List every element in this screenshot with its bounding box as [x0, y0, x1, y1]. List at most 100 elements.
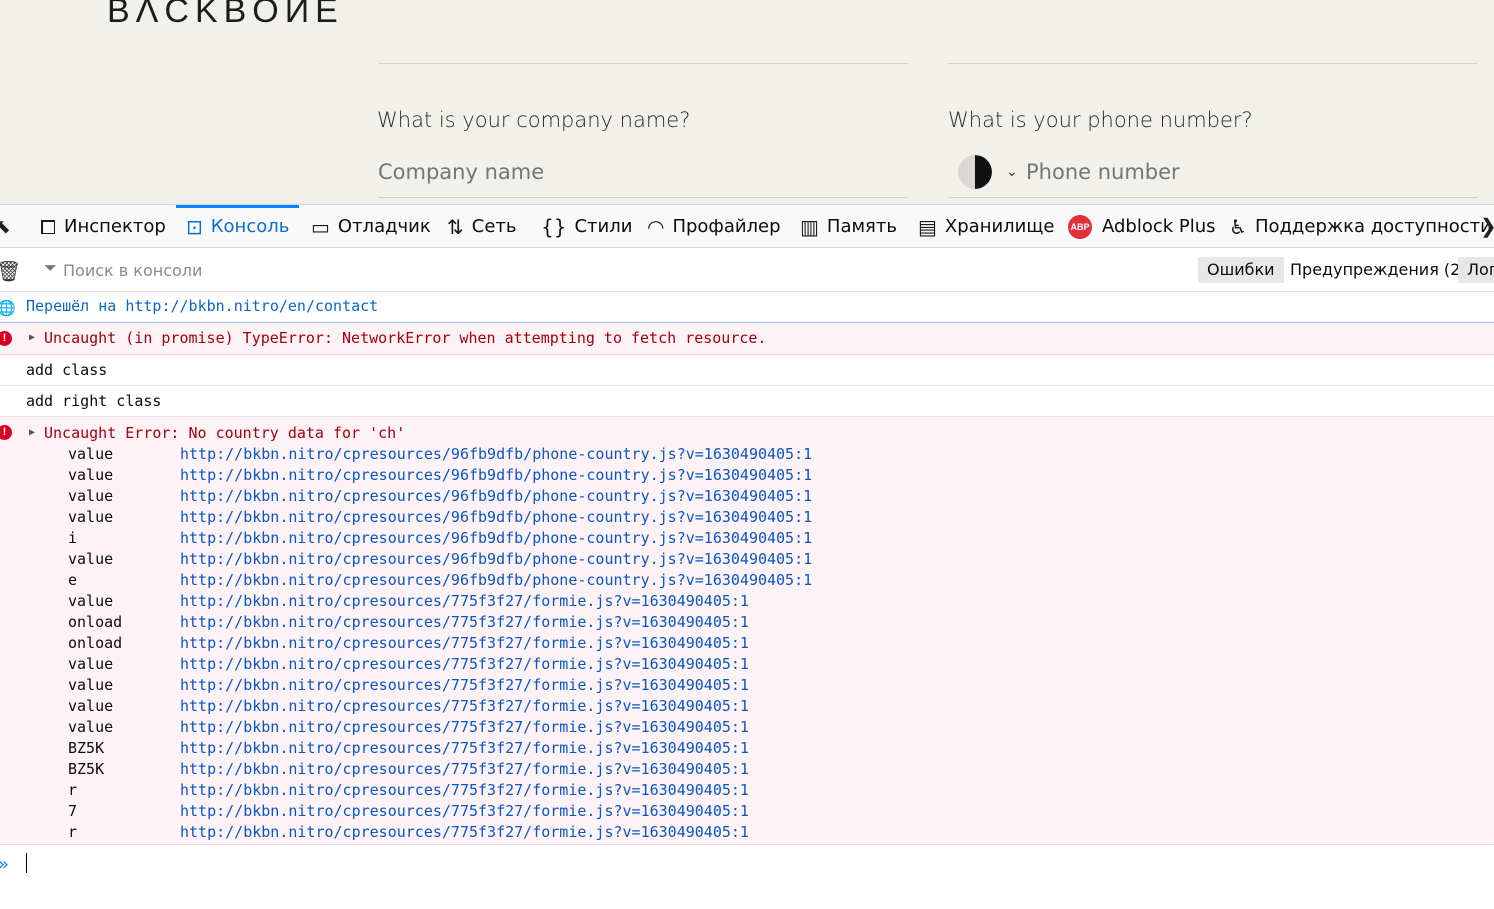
stack-frame-function: value — [68, 550, 114, 568]
stack-frame: r http://bkbn.nitro/cpresources/775f3f27/… — [0, 781, 1494, 802]
navigation-text[interactable]: Перешёл на http://bkbn.nitro/en/contact — [26, 297, 378, 315]
stack-frame: value http://bkbn.nitro/cpresources/775f3… — [0, 718, 1494, 739]
console-input-area[interactable]: » — [0, 845, 1494, 909]
company-question-label: What is your company name? — [377, 108, 691, 132]
tab-inspector[interactable]: ⧠ Инспектор — [40, 205, 166, 248]
storage-icon: ▤ — [918, 214, 937, 239]
phone-number-input[interactable] — [1026, 157, 1466, 187]
filter-warnings-button[interactable]: Предупреждения (2) — [1281, 257, 1476, 283]
log-text: add right class — [26, 392, 162, 410]
stack-frame: onload http://bkbn.nitro/cpresources/775f… — [0, 634, 1494, 655]
stack-frame-source-link[interactable]: http://bkbn.nitro/cpresources/96fb9dfb/p… — [180, 550, 812, 568]
globe-icon: 🌐 — [0, 299, 16, 317]
stack-frame-source-link[interactable]: http://bkbn.nitro/cpresources/96fb9dfb/p… — [180, 529, 812, 547]
error-icon: ! — [0, 425, 12, 440]
stack-frame-source-link[interactable]: http://bkbn.nitro/cpresources/775f3f27/f… — [180, 823, 749, 841]
filter-logs-button[interactable]: Лог — [1458, 257, 1494, 283]
tab-memory[interactable]: ▥ Память — [800, 205, 897, 248]
chevron-down-icon[interactable]: ⌄ — [1006, 163, 1018, 180]
console-icon: ⊡ — [186, 214, 203, 239]
error-text: Uncaught Error: No country data for 'ch' — [44, 424, 406, 442]
tab-accessibility[interactable]: ♿ Поддержка доступности — [1229, 205, 1492, 248]
tab-label: Поддержка доступности — [1254, 216, 1492, 237]
tab-adblock-plus[interactable]: ABP Adblock Plus — [1068, 205, 1216, 248]
error-icon: ! — [0, 331, 12, 346]
navigation-message: 🌐 Перешёл на http://bkbn.nitro/en/contac… — [0, 292, 1494, 323]
company-input-underline — [378, 197, 908, 198]
overflow-chevron-icon[interactable]: ❯ — [1480, 214, 1494, 239]
tab-label: Память — [826, 216, 897, 237]
stack-frame-function: value — [68, 676, 114, 694]
stack-frame-source-link[interactable]: http://bkbn.nitro/cpresources/96fb9dfb/p… — [180, 571, 812, 589]
stack-frame-source-link[interactable]: http://bkbn.nitro/cpresources/775f3f27/f… — [180, 592, 749, 610]
trash-icon[interactable]: 🗑 — [0, 259, 21, 284]
log-text: add class — [26, 361, 108, 379]
backbone-logo[interactable]: BΛCKBOИE — [107, 0, 344, 31]
divider — [948, 63, 1478, 64]
filter-errors-button[interactable]: Ошибки — [1198, 257, 1284, 283]
stack-frame-function: BZ5K — [68, 760, 105, 778]
stack-frame-source-link[interactable]: http://bkbn.nitro/cpresources/96fb9dfb/p… — [180, 508, 812, 526]
tab-debugger[interactable]: ▭ Отладчик — [311, 205, 431, 248]
tab-console[interactable]: ⊡ Консоль — [175, 205, 300, 248]
profiler-icon: ◠ — [647, 214, 665, 239]
stack-frame-source-link[interactable]: http://bkbn.nitro/cpresources/775f3f27/f… — [180, 613, 749, 631]
text-caret — [26, 853, 27, 873]
stack-frame: onload http://bkbn.nitro/cpresources/775f… — [0, 613, 1494, 634]
devtools-toolbar: ⬉ ⧠ Инспектор ⊡ Консоль ▭ Отладчик ⇅ Сеть {}… — [0, 204, 1494, 248]
web-page: BΛCKBOИE What is your company name? What… — [0, 0, 1494, 204]
error-message[interactable]: ! ▶ Uncaught (in promise) TypeError: Net… — [0, 323, 1494, 355]
stack-frame-source-link[interactable]: http://bkbn.nitro/cpresources/775f3f27/f… — [180, 802, 749, 820]
tab-label: Профайлер — [672, 216, 781, 237]
company-name-input[interactable] — [378, 157, 898, 187]
stack-frame-source-link[interactable]: http://bkbn.nitro/cpresources/96fb9dfb/p… — [180, 487, 812, 505]
stack-frame-source-link[interactable]: http://bkbn.nitro/cpresources/775f3f27/f… — [180, 760, 749, 778]
stack-frame-function: i — [68, 529, 78, 547]
element-picker-icon[interactable]: ⬉ — [0, 214, 11, 239]
log-message: add class — [0, 355, 1494, 386]
phone-question-label: What is your phone number? — [948, 108, 1253, 132]
error-message-with-stack[interactable]: ! ▶ Uncaught Error: No country data for … — [0, 417, 1494, 845]
abp-icon: ABP — [1068, 214, 1092, 239]
stack-frame-function: value — [68, 718, 114, 736]
stack-frame-source-link[interactable]: http://bkbn.nitro/cpresources/775f3f27/f… — [180, 718, 749, 736]
stack-frame: r http://bkbn.nitro/cpresources/775f3f27/… — [0, 823, 1494, 844]
country-flag-icon[interactable] — [958, 155, 992, 189]
stack-frame-function: BZ5K — [68, 739, 105, 757]
stack-frame-function: e — [68, 571, 78, 589]
tab-label: Сеть — [471, 216, 517, 237]
console-command-input[interactable] — [28, 851, 1428, 875]
expand-triangle-icon[interactable]: ▶ — [29, 332, 35, 343]
filter-icon: ⏷ — [44, 260, 57, 277]
accessibility-icon: ♿ — [1229, 214, 1247, 239]
expand-triangle-icon[interactable]: ▶ — [29, 427, 35, 438]
stack-frame-source-link[interactable]: http://bkbn.nitro/cpresources/775f3f27/f… — [180, 655, 749, 673]
tab-label: Отладчик — [337, 216, 431, 237]
stack-frame-source-link[interactable]: http://bkbn.nitro/cpresources/775f3f27/f… — [180, 781, 749, 799]
stack-frame-source-link[interactable]: http://bkbn.nitro/cpresources/775f3f27/f… — [180, 697, 749, 715]
stack-frame-source-link[interactable]: http://bkbn.nitro/cpresources/96fb9dfb/p… — [180, 466, 812, 484]
stack-frame-source-link[interactable]: http://bkbn.nitro/cpresources/775f3f27/f… — [180, 739, 749, 757]
console-search-input[interactable] — [63, 258, 663, 282]
network-icon: ⇅ — [447, 214, 464, 239]
stack-frame-source-link[interactable]: http://bkbn.nitro/cpresources/775f3f27/f… — [180, 676, 749, 694]
stack-frame-function: value — [68, 697, 114, 715]
stack-frame: value http://bkbn.nitro/cpresources/96fb9… — [0, 550, 1494, 571]
stack-frame-source-link[interactable]: http://bkbn.nitro/cpresources/96fb9dfb/p… — [180, 445, 812, 463]
tab-profiler[interactable]: ◠ Профайлер — [647, 205, 781, 248]
console-output: 🌐 Перешёл на http://bkbn.nitro/en/contac… — [0, 292, 1494, 845]
stack-frame: value http://bkbn.nitro/cpresources/775f3… — [0, 676, 1494, 697]
tab-network[interactable]: ⇅ Сеть — [447, 205, 517, 248]
stack-frame-function: onload — [68, 613, 123, 631]
tab-style-editor[interactable]: {} Стили — [541, 205, 632, 248]
stack-frame-function: r — [68, 823, 78, 841]
stack-frame-function: value — [68, 655, 114, 673]
inspector-icon: ⧠ — [40, 214, 56, 239]
tab-label: Стили — [574, 216, 633, 237]
tab-label: Консоль — [210, 216, 290, 237]
stack-frame-function: value — [68, 487, 114, 505]
stack-frame-source-link[interactable]: http://bkbn.nitro/cpresources/775f3f27/f… — [180, 634, 749, 652]
stack-frame: value http://bkbn.nitro/cpresources/96fb9… — [0, 466, 1494, 487]
tab-storage[interactable]: ▤ Хранилище — [918, 205, 1054, 248]
stack-frame: value http://bkbn.nitro/cpresources/96fb9… — [0, 445, 1494, 466]
